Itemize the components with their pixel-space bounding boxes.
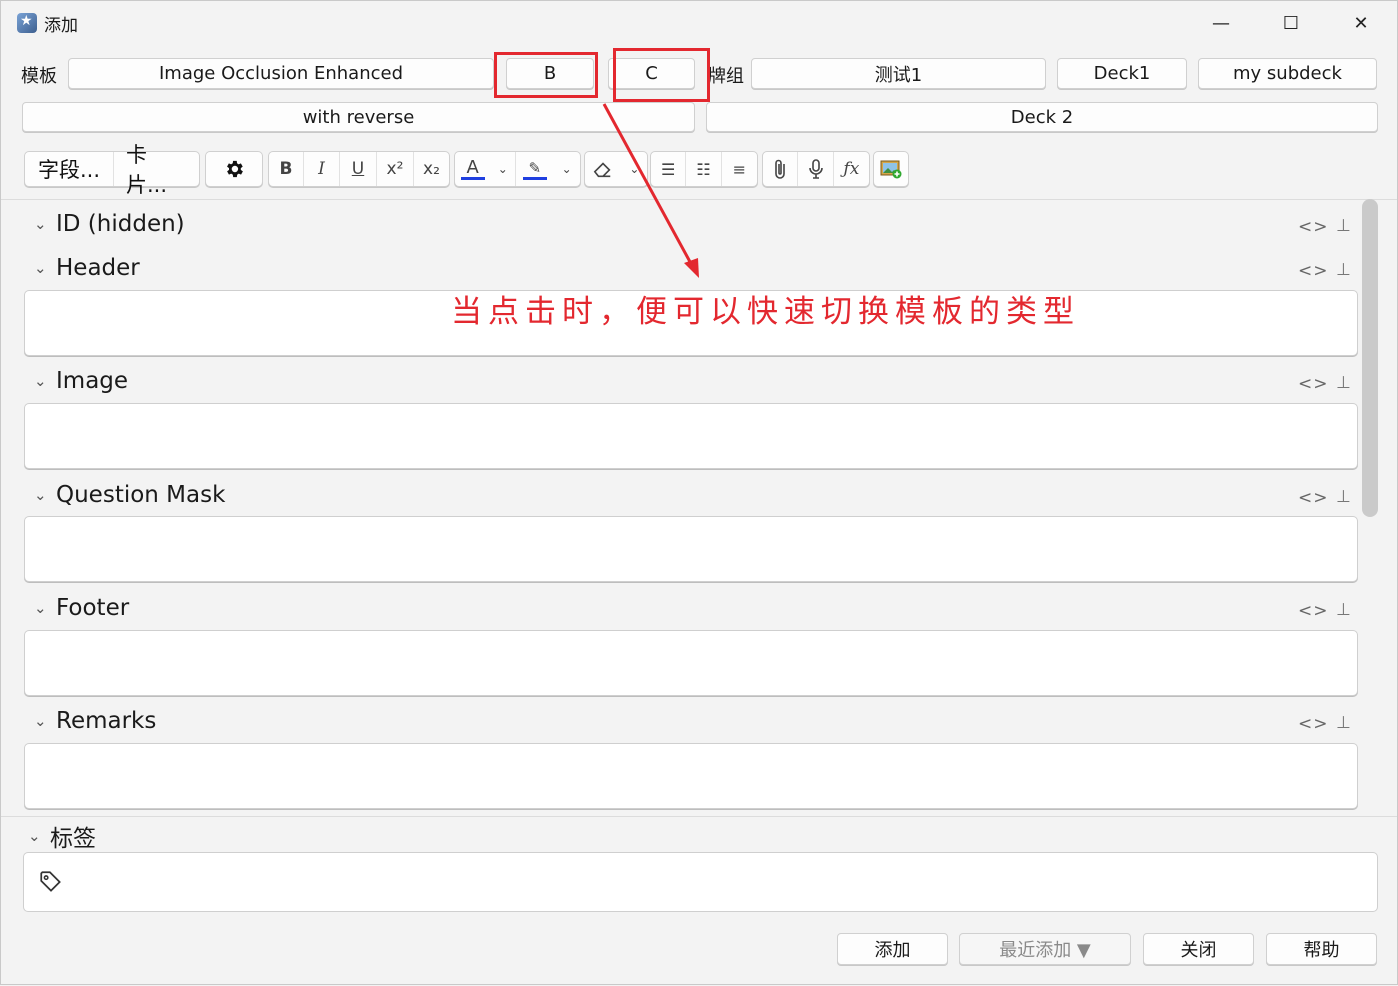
add-dialog-window: 添加 — ☐ ✕ 模板 Image Occlusion Enhanced B C… — [0, 0, 1398, 985]
annotation-text: 当点击时，便可以快速切换模板的类型 — [451, 294, 1080, 330]
annotation-arrow — [602, 103, 699, 278]
